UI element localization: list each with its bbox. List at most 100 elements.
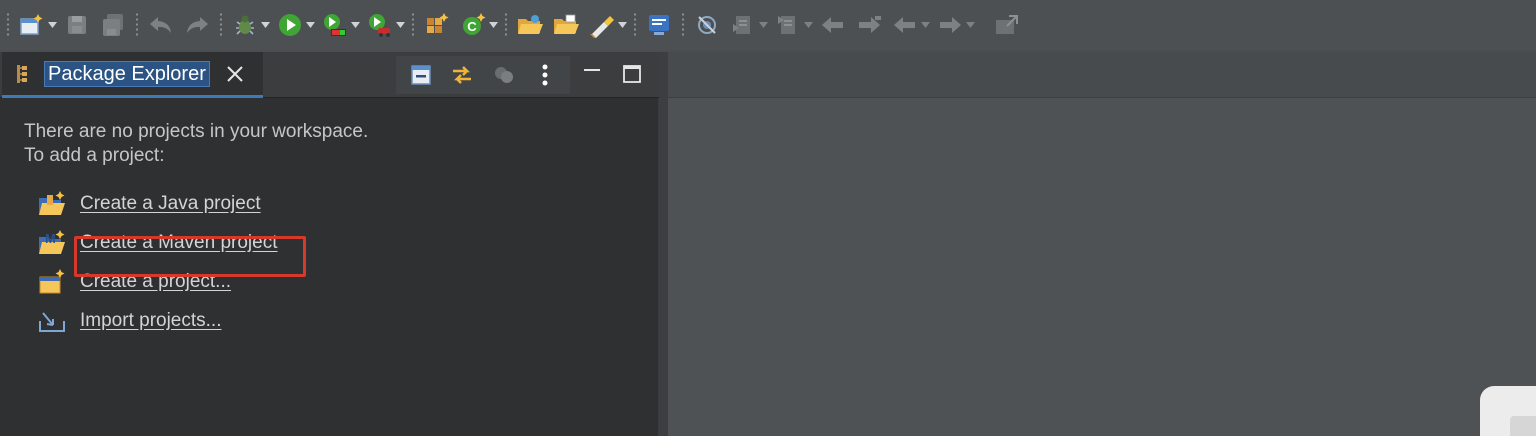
coverage-button[interactable] <box>319 7 360 43</box>
bug-icon <box>229 9 261 41</box>
chevron-down-icon[interactable] <box>966 20 975 30</box>
svg-text:C: C <box>467 19 477 34</box>
skip-breakpoints-button[interactable] <box>691 7 723 43</box>
new-package-icon <box>421 9 453 41</box>
link-label[interactable]: Create a Java project <box>80 193 261 215</box>
monitor-icon <box>643 9 675 41</box>
link-create-maven-project[interactable]: M Create a Maven project <box>36 223 278 262</box>
toolbar-grip[interactable] <box>411 12 415 38</box>
arrow-right-icon <box>934 9 966 41</box>
undo-button[interactable] <box>145 7 177 43</box>
save-all-button[interactable] <box>97 7 129 43</box>
close-icon[interactable] <box>224 63 246 85</box>
chevron-down-icon[interactable] <box>489 20 498 30</box>
play-icon <box>274 9 306 41</box>
folder-icon <box>550 9 582 41</box>
view-tab-bar: Package Explorer <box>0 52 659 98</box>
undo-icon <box>145 9 177 41</box>
link-with-editor-button[interactable] <box>447 60 477 90</box>
redo-icon <box>181 9 213 41</box>
panel-splitter[interactable] <box>659 52 668 436</box>
new-java-package-button[interactable] <box>421 7 453 43</box>
open-type-button[interactable] <box>514 7 546 43</box>
next-annotation-icon <box>727 9 759 41</box>
link-label[interactable]: Import projects... <box>80 310 222 332</box>
floating-widget-button[interactable] <box>1510 416 1536 436</box>
message-line: To add a project: <box>24 145 165 166</box>
external-tools-button[interactable] <box>364 7 405 43</box>
message-line: There are no projects in your workspace. <box>24 121 369 142</box>
new-button[interactable] <box>16 7 57 43</box>
focus-task-icon <box>494 67 513 83</box>
flashlight-icon <box>586 9 618 41</box>
toolbar-grip[interactable] <box>681 12 685 38</box>
search-button[interactable] <box>586 7 627 43</box>
minimize-button[interactable] <box>578 60 606 88</box>
chevron-down-icon[interactable] <box>261 20 270 30</box>
link-import-projects[interactable]: Import projects... <box>36 301 278 340</box>
empty-workspace-message: There are no projects in your workspace.… <box>24 120 368 168</box>
chevron-down-icon[interactable] <box>306 20 315 30</box>
collapse-all-button[interactable] <box>406 60 436 90</box>
terminal-button[interactable] <box>643 7 675 43</box>
editor-tab-bar <box>668 52 1536 98</box>
chevron-down-icon[interactable] <box>618 20 627 30</box>
new-project-icon <box>36 266 68 298</box>
skip-breakpoints-icon <box>691 9 723 41</box>
chevron-down-icon[interactable] <box>48 20 57 30</box>
save-button[interactable] <box>61 7 93 43</box>
previous-annotation-button[interactable] <box>772 7 813 43</box>
save-all-icon <box>97 9 129 41</box>
link-label[interactable]: Create a Maven project <box>80 232 278 254</box>
link-with-editor-icon <box>453 66 472 84</box>
toolbar-grip[interactable] <box>633 12 637 38</box>
main-toolbar: C <box>0 0 1536 50</box>
link-create-java-project[interactable]: Create a Java project <box>36 184 278 223</box>
maximize-button[interactable] <box>618 60 646 88</box>
chevron-down-icon[interactable] <box>921 20 930 30</box>
project-links: Create a Java project M Create a Maven p… <box>36 184 278 340</box>
floating-widget[interactable] <box>1480 386 1536 436</box>
pin-editor-icon <box>991 9 1023 41</box>
last-edit-location-button[interactable] <box>817 7 849 43</box>
view-menu-button[interactable] <box>530 60 560 90</box>
run-button[interactable] <box>274 7 315 43</box>
focus-on-active-task-button[interactable] <box>489 60 519 90</box>
forward-edit-location-button[interactable] <box>853 7 885 43</box>
link-create-project[interactable]: Create a project... <box>36 262 278 301</box>
package-explorer-icon <box>14 63 36 85</box>
chevron-down-icon[interactable] <box>351 20 360 30</box>
toolbar-grip[interactable] <box>504 12 508 38</box>
forward-button[interactable] <box>934 7 975 43</box>
new-java-class-button[interactable]: C <box>457 7 498 43</box>
toolbar-grip[interactable] <box>135 12 139 38</box>
open-task-button[interactable] <box>550 7 582 43</box>
previous-annotation-icon <box>772 9 804 41</box>
chevron-down-icon[interactable] <box>804 20 813 30</box>
tab-package-explorer[interactable]: Package Explorer <box>2 52 263 98</box>
toolbar-grip[interactable] <box>219 12 223 38</box>
coverage-icon <box>319 9 351 41</box>
last-edit-icon <box>817 9 849 41</box>
package-explorer-view: Package Explorer There are no projects i… <box>0 52 659 436</box>
new-wizard-icon <box>16 9 48 41</box>
save-icon <box>61 9 93 41</box>
next-annotation-button[interactable] <box>727 7 768 43</box>
minimize-icon <box>584 69 600 71</box>
new-java-project-icon <box>36 188 68 220</box>
more-vertical-icon <box>542 64 548 86</box>
pin-editor-button[interactable] <box>991 7 1023 43</box>
import-icon <box>36 305 68 337</box>
collapse-all-icon <box>411 65 431 85</box>
open-folder-icon <box>514 9 546 41</box>
chevron-down-icon[interactable] <box>759 20 768 30</box>
link-label[interactable]: Create a project... <box>80 271 231 293</box>
back-button[interactable] <box>889 7 930 43</box>
maximize-icon <box>623 65 641 83</box>
svg-text:M: M <box>45 231 56 246</box>
debug-button[interactable] <box>229 7 270 43</box>
toolbar-grip[interactable] <box>6 12 10 38</box>
chevron-down-icon[interactable] <box>396 20 405 30</box>
redo-button[interactable] <box>181 7 213 43</box>
new-maven-project-icon: M <box>36 227 68 259</box>
